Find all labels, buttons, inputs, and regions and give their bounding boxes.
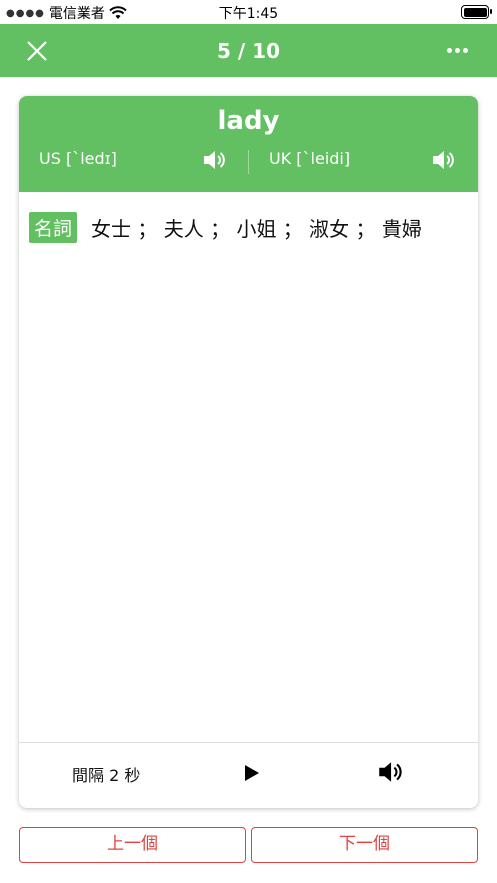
next-button[interactable]: 下一個 xyxy=(251,827,478,863)
playback-controls: 間隔 2 秒 xyxy=(19,742,478,808)
top-bar: ●●●● 電信業者 下午1:45 5 / 10 xyxy=(0,0,497,77)
play-icon[interactable] xyxy=(239,761,263,785)
pron-divider xyxy=(248,150,249,174)
status-bar: ●●●● 電信業者 下午1:45 xyxy=(0,0,497,24)
nav-bar: 5 / 10 xyxy=(0,24,497,77)
word-card: lady US [ˋledɪ] UK [ˋleidi] 名詞 女士 ； 夫人 ；… xyxy=(19,96,478,808)
uk-pronunciation: UK [ˋleidi] xyxy=(269,149,351,168)
card-header: lady US [ˋledɪ] UK [ˋleidi] xyxy=(19,96,478,192)
status-time: 下午1:45 xyxy=(218,6,279,22)
more-icon[interactable] xyxy=(447,40,471,60)
interval-selector[interactable]: 間隔 2 秒 xyxy=(72,762,140,786)
us-speaker-icon[interactable] xyxy=(201,148,227,172)
us-pronunciation: US [ˋledɪ] xyxy=(39,149,117,168)
part-of-speech-badge: 名詞 xyxy=(29,212,78,243)
progress-title: 5 / 10 xyxy=(217,39,280,63)
definition-row: 名詞 女士 ； 夫人 ； 小姐 ； 淑女 ； 貴婦 xyxy=(29,212,422,243)
previous-button[interactable]: 上一個 xyxy=(19,827,246,863)
speaker-icon[interactable] xyxy=(376,759,404,785)
battery-icon xyxy=(461,5,492,19)
uk-speaker-icon[interactable] xyxy=(430,148,456,172)
word-title: lady xyxy=(217,106,280,136)
definition-text: 女士 ； 夫人 ； 小姐 ； 淑女 ； 貴婦 xyxy=(91,217,422,241)
